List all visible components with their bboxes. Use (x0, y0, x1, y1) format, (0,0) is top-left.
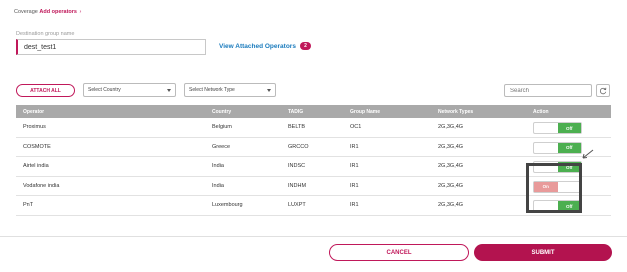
group-cell: OC1 (350, 124, 362, 131)
destination-group-label: Destination group name (16, 31, 75, 37)
operator-cell: Proximus (23, 124, 46, 131)
search-input[interactable] (504, 84, 592, 97)
chevron-down-icon (267, 89, 271, 92)
network-cell: 2G,3G,4G (438, 124, 464, 131)
country-cell: Belgium (212, 124, 232, 131)
attach-all-button[interactable]: ATTACH ALL (16, 84, 75, 97)
table-row: PnT Luxembourg LUXPT IR1 2G,3G,4G Off (16, 196, 611, 216)
header-group-name: Group Name (350, 108, 381, 115)
attached-count-badge: 2 (299, 42, 311, 50)
breadcrumb-current: Add operators (39, 9, 77, 15)
group-cell: IR1 (350, 163, 359, 170)
destination-group-input[interactable] (16, 39, 206, 55)
tadig-cell: INDSC (288, 163, 306, 170)
header-country: Country (212, 108, 232, 115)
operator-toggle[interactable]: Off (533, 141, 582, 154)
breadcrumb: Coverage Add operators › (14, 9, 81, 15)
operator-cell: COSMOTE (23, 143, 51, 150)
table-header: Operator Country TADIG Group Name Networ… (16, 105, 611, 118)
network-cell: 2G,3G,4G (438, 143, 464, 150)
network-type-select-value: Select Network Type (189, 87, 235, 93)
network-cell: 2G,3G,4G (438, 182, 464, 189)
refresh-icon (599, 82, 607, 100)
header-network-types: Network Types (438, 108, 474, 115)
group-cell: IR1 (350, 202, 359, 209)
group-cell: IR1 (350, 182, 359, 189)
annotation-highlight-box (526, 163, 582, 213)
header-tadig: TADIG (288, 108, 304, 115)
header-operator: Operator (23, 108, 45, 115)
tadig-cell: INDHM (288, 182, 307, 189)
operators-table: Operator Country TADIG Group Name Networ… (16, 105, 611, 216)
toggle-label: Off (557, 142, 581, 153)
refresh-button[interactable] (596, 84, 610, 97)
view-attached-operators-link[interactable]: View Attached Operators 2 (219, 42, 311, 50)
tadig-cell: BELTB (288, 124, 306, 131)
country-cell: Luxembourg (212, 202, 243, 209)
view-attached-label[interactable]: View Attached Operators (219, 43, 296, 50)
network-cell: 2G,3G,4G (438, 202, 464, 209)
chevron-down-icon (167, 89, 171, 92)
header-action: Action (533, 108, 549, 115)
operator-cell: Vodafone india (23, 182, 60, 189)
network-type-select[interactable]: Select Network Type (184, 83, 276, 97)
table-row: Airtel india India INDSC IR1 2G,3G,4G Of… (16, 157, 611, 177)
country-cell: India (212, 163, 224, 170)
breadcrumb-separator: › (79, 9, 82, 15)
country-cell: Greece (212, 143, 231, 150)
operator-toggle[interactable]: Off (533, 122, 582, 134)
table-row: Proximus Belgium BELTB OC1 2G,3G,4G Off (16, 118, 611, 138)
network-cell: 2G,3G,4G (438, 163, 464, 170)
arrow-icon (580, 148, 594, 166)
breadcrumb-root[interactable]: Coverage (14, 9, 38, 15)
tadig-cell: LUXPT (288, 202, 306, 209)
country-select-value: Select Country (88, 87, 121, 93)
toggle-label: Off (557, 123, 581, 133)
operator-cell: PnT (23, 202, 34, 209)
table-row: Vodafone india India INDHM IR1 2G,3G,4G … (16, 176, 611, 196)
country-select[interactable]: Select Country (83, 83, 176, 97)
footer-divider (0, 236, 627, 237)
operator-cell: Airtel india (23, 163, 49, 170)
cancel-button[interactable]: CANCEL (329, 244, 469, 261)
group-cell: IR1 (350, 143, 359, 150)
submit-button[interactable]: SUBMIT (474, 244, 612, 261)
table-row: COSMOTE Greece GRCCO IR1 2G,3G,4G Off (16, 137, 611, 157)
country-cell: India (212, 182, 224, 189)
tadig-cell: GRCCO (288, 143, 309, 150)
